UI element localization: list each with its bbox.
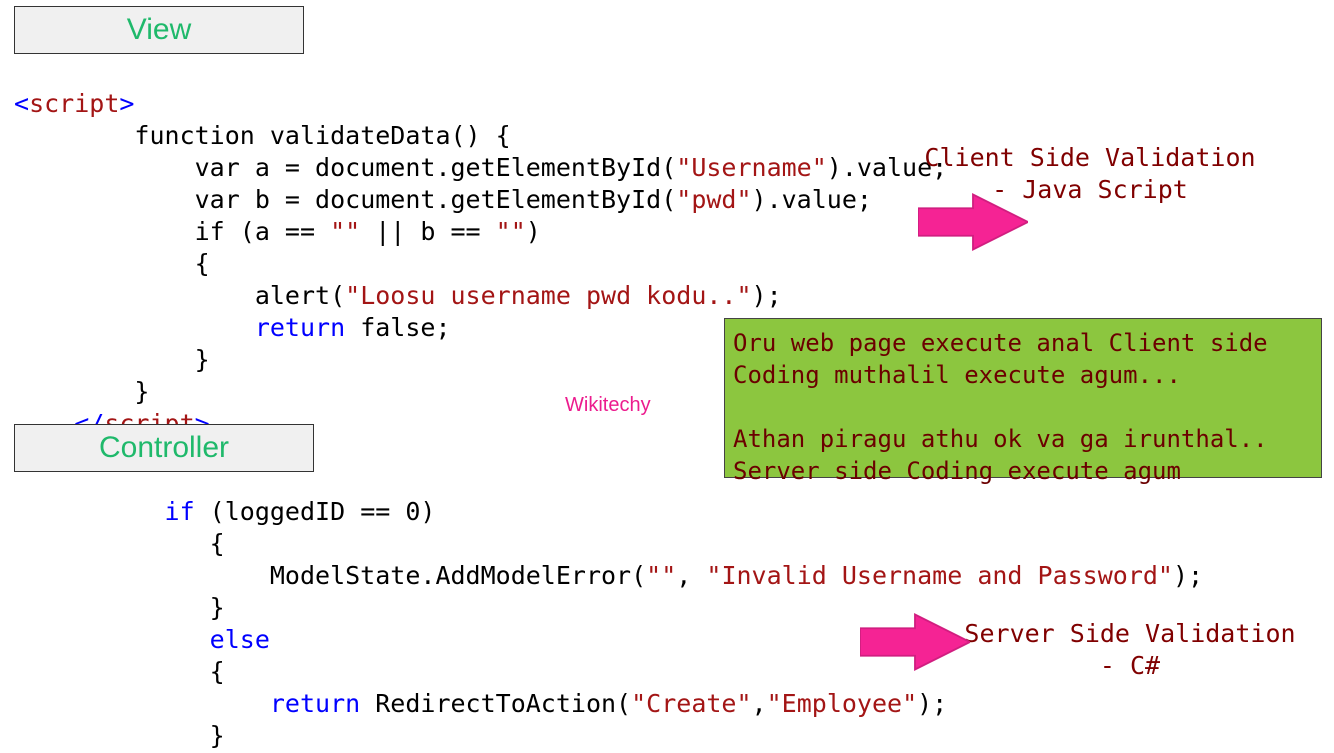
func-close: } — [134, 377, 149, 406]
var-a-pre: var a = document.getElementById( — [195, 153, 677, 182]
note-l4: Server side Coding execute agum — [733, 457, 1181, 485]
annot-client-l1: Client Side Validation — [924, 143, 1255, 172]
c-brace-open: { — [210, 529, 225, 558]
c-if-kw: if — [165, 497, 195, 526]
if-pre: if (a == — [195, 217, 330, 246]
section-header-controller: Controller — [14, 424, 314, 472]
tag-open-gt: > — [119, 89, 134, 118]
brace-close: } — [195, 345, 210, 374]
var-b-pre: var b = document.getElementById( — [195, 185, 677, 214]
note-box: Oru web page execute anal Client side Co… — [724, 318, 1322, 478]
c-brace-close: } — [210, 593, 225, 622]
c-if-cond: (loggedID == 0) — [195, 497, 436, 526]
c-ms-s1: "" — [646, 561, 676, 590]
var-a-str: "Username" — [676, 153, 827, 182]
c-rta-comma: , — [752, 689, 767, 718]
c-rta-post: ); — [917, 689, 947, 718]
c-rta-pre: RedirectToAction( — [360, 689, 631, 718]
c-ms-post: ); — [1173, 561, 1203, 590]
c-ms-s2: "Invalid Username and Password" — [706, 561, 1173, 590]
tag-open-lt: < — [14, 89, 29, 118]
var-b-post: ).value; — [752, 185, 872, 214]
func-sig: function validateData() { — [134, 121, 510, 150]
c-rta-s2: "Employee" — [767, 689, 918, 718]
c-brace-close2: } — [210, 721, 225, 750]
annotation-server: Server Side Validation - C# — [960, 618, 1300, 682]
brace-open: { — [195, 249, 210, 278]
note-l3: Athan piragu athu ok va ga irunthal.. — [733, 425, 1268, 453]
if-mid: || b == — [360, 217, 495, 246]
c-return-kw: return — [270, 689, 360, 718]
return-kw: return — [255, 313, 345, 342]
annot-server-l2: - C# — [1100, 651, 1160, 680]
c-else-kw: else — [210, 625, 270, 654]
note-l1: Oru web page execute anal Client side — [733, 329, 1268, 357]
note-l2: Coding muthalil execute agum... — [733, 361, 1181, 389]
watermark: Wikitechy — [565, 394, 651, 417]
arrow-right-icon — [860, 612, 970, 672]
c-ms-pre: ModelState.AddModelError( — [270, 561, 646, 590]
var-b-str: "pwd" — [676, 185, 751, 214]
arrow-right-icon — [918, 192, 1028, 252]
annot-server-l1: Server Side Validation — [964, 619, 1295, 648]
c-ms-comma: , — [676, 561, 706, 590]
section-header-controller-label: Controller — [99, 431, 229, 464]
if-s1: "" — [330, 217, 360, 246]
if-post: ) — [526, 217, 541, 246]
if-s2: "" — [496, 217, 526, 246]
alert-post: ); — [752, 281, 782, 310]
alert-str: "Loosu username pwd kodu.." — [345, 281, 751, 310]
return-false: false; — [345, 313, 450, 342]
alert-pre: alert( — [255, 281, 345, 310]
c-rta-s1: "Create" — [631, 689, 751, 718]
tag-script: script — [29, 89, 119, 118]
section-header-view-label: View — [127, 13, 191, 46]
watermark-text: Wikitechy — [565, 394, 651, 416]
section-header-view: View — [14, 6, 304, 54]
c-brace-open2: { — [210, 657, 225, 686]
